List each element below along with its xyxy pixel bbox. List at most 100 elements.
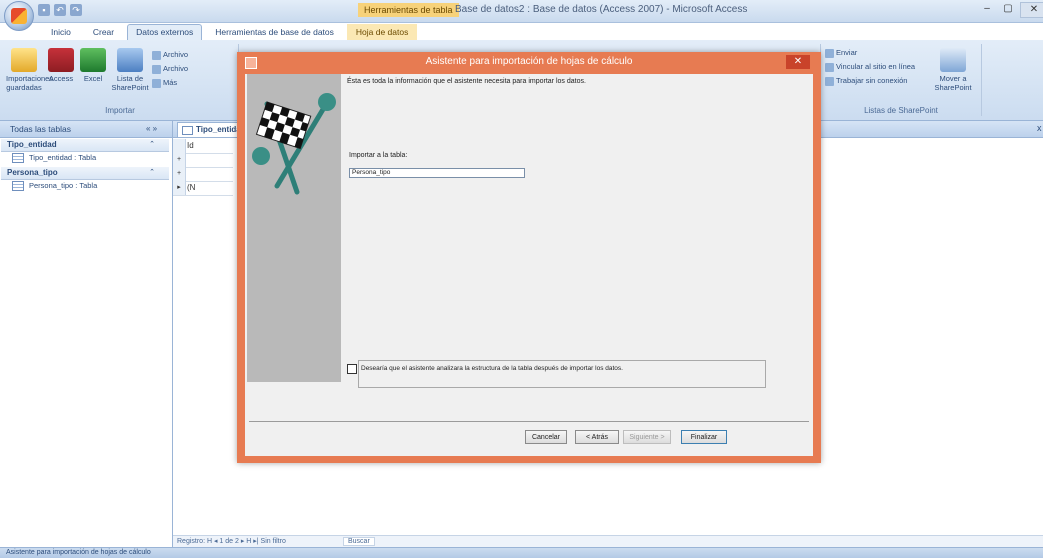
nav-collapse-icon[interactable]: « »: [146, 124, 157, 133]
dialog-close-button[interactable]: ✕: [786, 55, 810, 69]
back-button[interactable]: < Atrás: [575, 430, 619, 444]
dialog-app-icon: [245, 57, 257, 69]
import-text-label: Archivo: [163, 50, 189, 59]
dialog-client-area: Ésta es toda la información que el asist…: [245, 74, 813, 456]
chevron-up-icon: ⌃: [149, 169, 155, 176]
wizard-intro-text: Ésta es toda la información que el asist…: [347, 78, 586, 85]
nav-title: Todas las tablas: [10, 124, 71, 134]
sharepoint-group-label: Listas de SharePoint: [864, 106, 938, 115]
link-icon: [825, 62, 834, 72]
nav-item-label: Tipo_entidad : Tabla: [29, 153, 97, 162]
tab-hoja-de-datos[interactable]: Hoja de datos: [346, 24, 418, 40]
nav-item-persona-tipo[interactable]: Persona_tipo : Tabla: [12, 181, 98, 192]
nav-group-label: Tipo_entidad: [7, 140, 57, 149]
access-import-button[interactable]: Access: [46, 48, 76, 83]
table-row[interactable]: ▸ (N: [173, 181, 233, 196]
quick-access-toolbar: ▪ ↶ ↷: [38, 4, 82, 18]
import-group-label: Importar: [105, 106, 135, 115]
ribbon-tabs: Inicio Crear Datos externos Herramientas…: [42, 24, 418, 40]
navigation-pane: Todas las tablas « » Tipo_entidad ⌃ Tipo…: [0, 121, 173, 547]
minimize-button[interactable]: –: [978, 2, 996, 16]
search-box[interactable]: Buscar: [343, 537, 375, 546]
analyze-checkbox[interactable]: [347, 364, 357, 374]
move-to-sharepoint-label: Mover a SharePoint: [934, 74, 972, 92]
sharepoint-group: Enviar Vincular al sitio en línea Trabaj…: [820, 44, 982, 116]
work-offline-button[interactable]: Trabajar sin conexión: [825, 76, 907, 86]
sharepoint-label: Lista de SharePoint: [111, 74, 149, 92]
cancel-button[interactable]: Cancelar: [525, 430, 567, 444]
import-wizard-dialog: Asistente para importación de hojas de c…: [237, 52, 821, 463]
maximize-button[interactable]: ▢: [999, 2, 1017, 16]
xml-file-icon: [152, 64, 161, 74]
saved-imports-button[interactable]: Importaciones guardadas: [6, 48, 53, 92]
expand-row-icon[interactable]: +: [173, 153, 186, 167]
table-row[interactable]: +: [173, 153, 233, 168]
table-icon: [12, 181, 24, 192]
wizard-illustration: [247, 74, 341, 382]
excel-import-button[interactable]: Excel: [78, 48, 108, 83]
offline-icon: [825, 76, 834, 86]
current-row-icon[interactable]: ▸: [173, 181, 186, 195]
office-logo-icon: [11, 8, 27, 24]
table-cell[interactable]: Id: [187, 139, 194, 153]
nav-header[interactable]: Todas las tablas « »: [0, 121, 172, 138]
send-icon: [825, 48, 834, 58]
move-to-sharepoint-icon: [940, 48, 966, 72]
link-online-button[interactable]: Vincular al sitio en línea: [825, 62, 915, 72]
excel-label: Excel: [83, 74, 103, 83]
excel-icon: [80, 48, 106, 72]
row-selector[interactable]: [173, 139, 186, 153]
status-bar: Asistente para importación de hojas de c…: [0, 547, 1043, 558]
move-to-sharepoint-button[interactable]: Mover a SharePoint: [931, 48, 975, 92]
tab-datos-externos[interactable]: Datos externos: [127, 24, 203, 40]
saved-imports-icon: [11, 48, 37, 72]
access-label: Access: [48, 74, 74, 83]
work-offline-label: Trabajar sin conexión: [836, 76, 908, 85]
finish-button[interactable]: Finalizar: [681, 430, 727, 444]
table-name-input[interactable]: [349, 168, 525, 178]
import-xml-button[interactable]: Archivo: [152, 64, 188, 74]
send-label: Enviar: [836, 48, 858, 57]
tab-inicio[interactable]: Inicio: [42, 24, 80, 40]
import-xml-label: Archivo: [163, 64, 189, 73]
undo-icon[interactable]: ↶: [54, 4, 66, 16]
window-title: Base de datos2 : Base de datos (Access 2…: [455, 4, 748, 15]
close-window-button[interactable]: ✕: [1020, 2, 1043, 18]
nav-item-label: Persona_tipo : Tabla: [29, 181, 98, 190]
expand-row-icon[interactable]: +: [173, 167, 186, 181]
table-row[interactable]: +: [173, 167, 233, 182]
redo-icon[interactable]: ↷: [70, 4, 82, 16]
nav-group-persona-tipo[interactable]: Persona_tipo ⌃: [1, 167, 169, 180]
access-icon: [48, 48, 74, 72]
save-icon[interactable]: ▪: [38, 4, 50, 16]
import-table-label: Importar a la tabla:: [349, 152, 408, 159]
nav-item-tipo-entidad[interactable]: Tipo_entidad : Tabla: [12, 153, 97, 164]
office-button[interactable]: [4, 1, 34, 31]
table-icon: [182, 126, 193, 135]
link-online-label: Vincular al sitio en línea: [836, 62, 916, 71]
contextual-tab-title: Herramientas de tabla: [358, 3, 459, 17]
tab-herramientas-bd[interactable]: Herramientas de base de datos: [206, 24, 343, 40]
next-button[interactable]: Siguiente >: [623, 430, 671, 444]
table-row[interactable]: Id: [173, 139, 233, 154]
record-nav-text[interactable]: Registro: H ◂ 1 de 2 ▸ H ▸| Sin filtro: [177, 537, 286, 545]
chevron-up-icon: ⌃: [149, 141, 155, 148]
window-controls: – ▢ ✕: [978, 2, 1043, 18]
text-file-icon: [152, 50, 161, 60]
close-document-icon[interactable]: x: [1037, 123, 1042, 133]
dialog-separator: [249, 421, 809, 422]
checkered-flag-icon: [252, 93, 336, 195]
sharepoint-list-button[interactable]: Lista de SharePoint: [110, 48, 150, 92]
nav-group-label: Persona_tipo: [7, 168, 58, 177]
table-icon: [12, 153, 24, 164]
import-more-button[interactable]: Más: [152, 78, 177, 88]
more-icon: [152, 78, 161, 88]
table-cell[interactable]: (N: [187, 181, 195, 195]
dialog-title: Asistente para importación de hojas de c…: [425, 56, 633, 67]
import-text-button[interactable]: Archivo: [152, 50, 188, 60]
nav-group-tipo-entidad[interactable]: Tipo_entidad ⌃: [1, 139, 169, 152]
tab-crear[interactable]: Crear: [84, 24, 123, 40]
sharepoint-icon: [117, 48, 143, 72]
analyze-option-label[interactable]: Desearía que el asistente analizara la e…: [361, 365, 623, 372]
send-button[interactable]: Enviar: [825, 48, 857, 58]
